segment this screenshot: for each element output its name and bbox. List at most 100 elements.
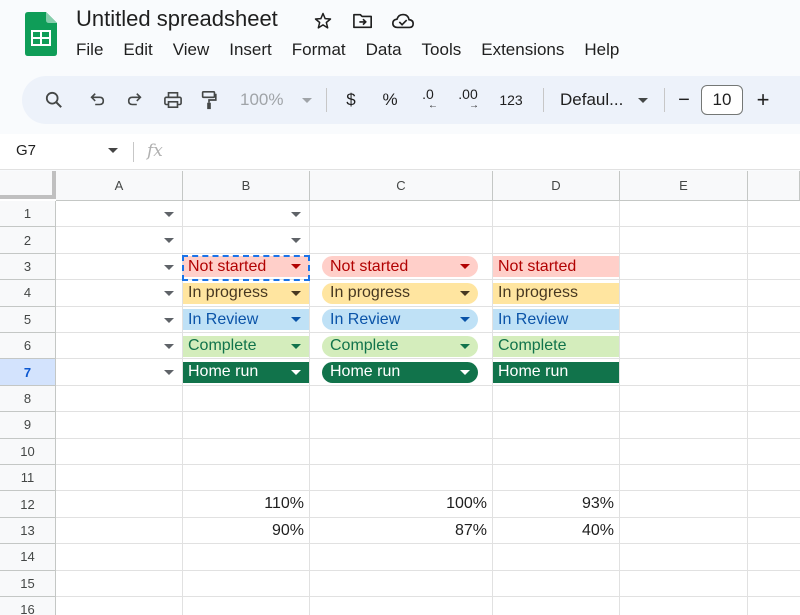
menu-data[interactable]: Data [356,38,412,62]
status-chip-not-started[interactable]: Not started [322,256,478,278]
menu-file[interactable]: File [66,38,113,62]
status-chip-in-review[interactable]: In Review [322,309,478,331]
row-header-10[interactable]: 10 [0,438,56,465]
cell-b13[interactable]: 90% [183,522,304,540]
status-chip-home-run[interactable]: Home run [322,361,478,383]
row-header-14[interactable]: 14 [0,544,56,571]
font-size-input[interactable]: 10 [701,85,743,115]
gridline-horizontal [56,437,800,439]
dropdown-arrow-icon[interactable] [291,238,301,244]
name-box[interactable]: G7 [16,142,36,159]
menu-help[interactable]: Help [574,38,629,62]
status-chip-in-progress[interactable]: In progress [183,282,309,304]
dropdown-arrow-icon[interactable] [291,369,301,375]
menu-edit[interactable]: Edit [113,38,162,62]
gridline-horizontal [56,411,800,413]
move-folder-icon[interactable] [350,8,376,34]
increase-font-size-button[interactable]: + [747,84,779,116]
dropdown-arrow-icon[interactable] [460,369,470,375]
row-header-16[interactable]: 16 [0,597,56,615]
increase-decimal-button[interactable]: .00 → [447,84,489,116]
dropdown-arrow-icon[interactable] [291,212,301,217]
cell-d13[interactable]: 40% [493,522,614,540]
formula-bar-divider [133,142,134,162]
menu-format[interactable]: Format [282,38,356,62]
row-header-5[interactable]: 5 [0,306,56,333]
column-header-e[interactable]: E [620,171,748,201]
more-formats-button[interactable]: 123 [489,84,533,116]
cell-c13[interactable]: 87% [310,522,487,540]
chevron-down-icon[interactable] [108,148,118,153]
column-header-d[interactable]: D [493,171,620,201]
cell-b12[interactable]: 110% [183,495,304,513]
dropdown-arrow-icon[interactable] [460,343,470,349]
row-header-4[interactable]: 4 [0,280,56,307]
dropdown-arrow-icon[interactable] [164,317,174,323]
decrease-decimal-button[interactable]: .0 ← [409,84,447,116]
status-chip-in-review[interactable]: In Review [183,309,309,331]
dropdown-arrow-icon[interactable] [460,317,470,323]
sheets-logo-icon[interactable] [25,12,57,56]
gridline-horizontal [56,596,800,597]
dropdown-arrow-icon[interactable] [460,264,470,270]
row-header-6[interactable]: 6 [0,333,56,360]
dropdown-arrow-icon[interactable] [291,343,301,349]
menu-insert[interactable]: Insert [219,38,282,62]
percent-format-button[interactable]: % [371,84,409,116]
document-title[interactable]: Untitled spreadsheet [76,6,278,32]
status-chip-not-started[interactable]: Not started [183,256,309,278]
star-icon[interactable] [310,8,336,34]
status-chip-home-run[interactable]: Home run [493,361,619,383]
dropdown-arrow-icon[interactable] [164,238,174,244]
search-icon[interactable] [40,84,68,116]
column-header-a[interactable]: A [56,171,183,201]
row-header-11[interactable]: 11 [0,465,56,492]
row-header-9[interactable]: 9 [0,412,56,439]
cell-c12[interactable]: 100% [310,495,487,513]
status-chip-not-started[interactable]: Not started [493,256,619,278]
menu-extensions[interactable]: Extensions [471,38,574,62]
row-header-12[interactable]: 12 [0,491,56,518]
row-header-7[interactable]: 7 [0,359,56,386]
dropdown-arrow-icon[interactable] [164,212,174,217]
row-header-3[interactable]: 3 [0,253,56,281]
dropdown-arrow-icon[interactable] [164,264,174,270]
dropdown-arrow-icon[interactable] [291,317,301,323]
menu-tools[interactable]: Tools [412,38,472,62]
column-header-c[interactable]: C [310,171,493,201]
row-header-2[interactable]: 2 [0,227,56,254]
status-chip-label: Not started [188,257,267,275]
dropdown-arrow-icon[interactable] [164,344,174,349]
font-select[interactable]: Defaul... [554,84,654,116]
dropdown-arrow-icon[interactable] [291,290,301,296]
menu-view[interactable]: View [163,38,220,62]
zoom-select[interactable]: 100% [236,84,316,116]
currency-format-button[interactable]: $ [337,84,365,116]
dropdown-arrow-icon[interactable] [460,290,470,296]
dropdown-arrow-icon[interactable] [164,291,174,297]
select-all-corner[interactable] [0,171,56,199]
dropdown-arrow-icon[interactable] [164,370,174,376]
undo-icon[interactable] [78,84,116,116]
status-chip-in-progress[interactable]: In progress [322,282,478,304]
paint-format-icon[interactable] [192,84,226,116]
status-chip-complete[interactable]: Complete [493,335,619,357]
row-header-15[interactable]: 15 [0,570,56,597]
status-chip-home-run[interactable]: Home run [183,361,309,383]
print-icon[interactable] [154,84,192,116]
row-header-1[interactable]: 1 [0,201,56,228]
row-header-8[interactable]: 8 [0,385,56,413]
status-chip-complete[interactable]: Complete [183,335,309,357]
cloud-saved-icon[interactable] [390,8,416,34]
redo-icon[interactable] [116,84,154,116]
row-header-13[interactable]: 13 [0,517,56,545]
status-chip-in-review[interactable]: In Review [493,309,619,331]
cell-d12[interactable]: 93% [493,495,614,513]
dropdown-arrow-icon[interactable] [291,264,301,270]
column-header-f[interactable] [748,171,800,201]
column-header-b[interactable]: B [183,171,310,201]
status-chip-in-progress[interactable]: In progress [493,282,619,304]
spreadsheet-grid[interactable]: A B C D E 1 2 3 4 5 6 7 8 9 10 11 12 13 14 15 16 Not started N… [0,171,800,615]
status-chip-complete[interactable]: Complete [322,335,478,357]
decrease-font-size-button[interactable]: − [675,84,693,116]
